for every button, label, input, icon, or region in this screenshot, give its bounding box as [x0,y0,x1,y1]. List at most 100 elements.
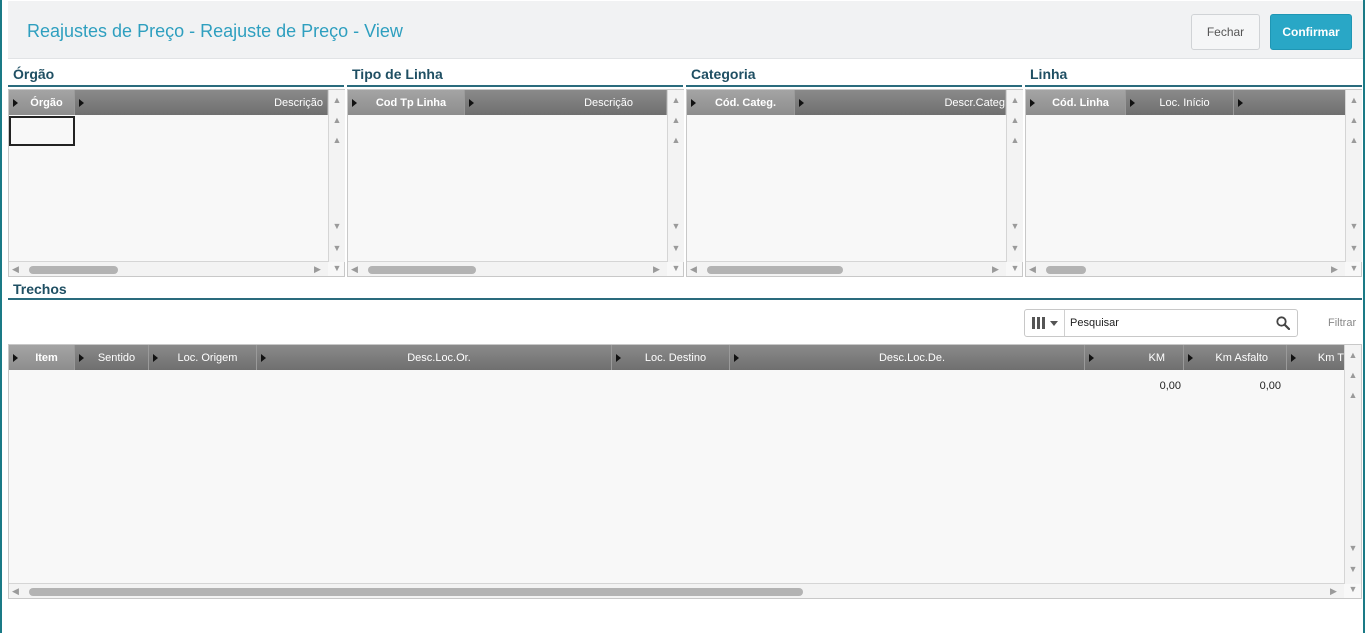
scroll-up-icon[interactable]: ▲ [1346,132,1362,148]
scroll-down-icon[interactable]: ▼ [329,218,345,234]
vertical-scrollbar[interactable]: ▲ ▲ ▲ ▼ ▼ ▼ [667,90,684,273]
search-button[interactable] [1269,310,1297,336]
scroll-bottom-icon[interactable]: ▼ [1345,581,1361,597]
scroll-right-icon[interactable]: ▶ [1330,586,1340,597]
column-header-descricao[interactable]: Descrição [75,90,328,115]
scroll-top-icon[interactable]: ▲ [1007,92,1023,108]
grid-tipo-linha[interactable]: Cod Tp Linha Descrição ▲ ▲ ▲ ▼ ▼ ▼ ◀ ▶ [347,89,684,277]
scroll-page-up-icon[interactable]: ▲ [1346,112,1362,128]
scroll-up-icon[interactable]: ▲ [1007,132,1023,148]
scroll-left-icon[interactable]: ◀ [1029,264,1039,275]
scroll-top-icon[interactable]: ▲ [1345,347,1361,363]
close-button[interactable]: Fechar [1191,14,1260,50]
scroll-thumb[interactable] [1046,266,1086,274]
scroll-top-icon[interactable]: ▲ [329,92,345,108]
search-input[interactable] [1065,310,1269,336]
column-menu-icon[interactable] [616,354,621,362]
scroll-page-down-icon[interactable]: ▼ [329,240,345,256]
scroll-top-icon[interactable]: ▲ [1346,92,1362,108]
column-header-km-t[interactable]: Km T [1287,345,1344,370]
horizontal-scrollbar[interactable]: ◀ ▶ [687,261,1006,276]
scroll-left-icon[interactable]: ◀ [12,264,22,275]
column-menu-icon[interactable] [79,354,84,362]
column-menu-icon[interactable] [1188,354,1193,362]
column-header-orgao[interactable]: Órgão [9,90,75,115]
column-header-descricao[interactable]: Descrição [465,90,667,115]
column-menu-icon[interactable] [153,354,158,362]
column-menu-icon[interactable] [1089,354,1094,362]
horizontal-scrollbar[interactable]: ◀ ▶ [9,583,1344,598]
scroll-bottom-icon[interactable]: ▼ [1346,260,1362,276]
scroll-page-down-icon[interactable]: ▼ [668,240,684,256]
vertical-scrollbar[interactable]: ▲ ▲ ▲ ▼ ▼ ▼ [1006,90,1023,273]
scroll-right-icon[interactable]: ▶ [653,264,663,275]
scroll-page-up-icon[interactable]: ▲ [329,112,345,128]
scroll-left-icon[interactable]: ◀ [690,264,700,275]
scroll-page-up-icon[interactable]: ▲ [1345,367,1361,383]
selected-cell[interactable] [9,116,75,146]
scroll-right-icon[interactable]: ▶ [1331,264,1341,275]
scroll-down-icon[interactable]: ▼ [1007,218,1023,234]
confirm-button[interactable]: Confirmar [1270,14,1352,50]
scroll-page-down-icon[interactable]: ▼ [1346,240,1362,256]
scroll-page-up-icon[interactable]: ▲ [1007,112,1023,128]
scroll-page-up-icon[interactable]: ▲ [668,112,684,128]
column-header-loc-destino[interactable]: Loc. Destino [612,345,730,370]
column-header-km[interactable]: KM [1085,345,1184,370]
scroll-top-icon[interactable]: ▲ [668,92,684,108]
scroll-up-icon[interactable]: ▲ [1345,387,1361,403]
grid-trechos[interactable]: Item Sentido Loc. Origem Desc.Loc.Or. Lo… [8,344,1362,599]
column-header-more[interactable] [1234,90,1345,115]
column-menu-icon[interactable] [261,354,266,362]
scroll-right-icon[interactable]: ▶ [992,264,1002,275]
scroll-down-icon[interactable]: ▼ [1346,218,1362,234]
column-menu-icon[interactable] [352,99,357,107]
horizontal-scrollbar[interactable]: ◀ ▶ [1026,261,1345,276]
scroll-bottom-icon[interactable]: ▼ [329,260,345,276]
scroll-page-down-icon[interactable]: ▼ [1007,240,1023,256]
scroll-page-down-icon[interactable]: ▼ [1345,561,1361,577]
vertical-scrollbar[interactable]: ▲ ▲ ▲ ▼ ▼ ▼ [328,90,345,273]
column-menu-icon[interactable] [1030,99,1035,107]
column-header-item[interactable]: Item [9,345,75,370]
column-header-cod-linha[interactable]: Cód. Linha [1026,90,1126,115]
column-header-km-asfalto[interactable]: Km Asfalto [1184,345,1287,370]
scroll-thumb[interactable] [29,266,118,274]
scroll-down-icon[interactable]: ▼ [1345,540,1361,556]
grid-orgao[interactable]: Órgão Descrição ▲ ▲ ▲ ▼ ▼ ▼ ◀ ▶ [8,89,345,277]
horizontal-scrollbar[interactable]: ◀ ▶ [9,261,328,276]
column-header-descr-categ[interactable]: Descr.Categ [795,90,1006,115]
scroll-up-icon[interactable]: ▲ [329,132,345,148]
column-header-cod-tp-linha[interactable]: Cod Tp Linha [348,90,465,115]
column-menu-icon[interactable] [799,99,804,107]
column-menu-icon[interactable] [13,99,18,107]
column-menu-icon[interactable] [1130,99,1135,107]
column-header-desc-loc-de[interactable]: Desc.Loc.De. [730,345,1085,370]
scroll-up-icon[interactable]: ▲ [668,132,684,148]
scroll-down-icon[interactable]: ▼ [668,218,684,234]
grid-categoria[interactable]: Cód. Categ. Descr.Categ ▲ ▲ ▲ ▼ ▼ ▼ ◀ ▶ [686,89,1023,277]
column-menu-icon[interactable] [13,354,18,362]
column-header-desc-loc-or[interactable]: Desc.Loc.Or. [257,345,612,370]
column-menu-icon[interactable] [79,99,84,107]
scroll-thumb[interactable] [368,266,476,274]
filter-link[interactable]: Filtrar [1328,317,1356,329]
column-header-sentido[interactable]: Sentido [75,345,149,370]
column-menu-icon[interactable] [734,354,739,362]
scroll-left-icon[interactable]: ◀ [351,264,361,275]
scroll-thumb[interactable] [707,266,843,274]
scroll-left-icon[interactable]: ◀ [12,586,22,597]
columns-selector[interactable] [1025,310,1065,336]
column-header-loc-inicio[interactable]: Loc. Início [1126,90,1234,115]
vertical-scrollbar[interactable]: ▲ ▲ ▲ ▼ ▼ ▼ [1344,345,1361,594]
scroll-bottom-icon[interactable]: ▼ [1007,260,1023,276]
scroll-right-icon[interactable]: ▶ [314,264,324,275]
vertical-scrollbar[interactable]: ▲ ▲ ▲ ▼ ▼ ▼ [1345,90,1362,273]
grid-linha[interactable]: Cód. Linha Loc. Início ▲ ▲ ▲ ▼ ▼ ▼ ◀ ▶ [1025,89,1362,277]
scroll-bottom-icon[interactable]: ▼ [668,260,684,276]
column-menu-icon[interactable] [1291,354,1296,362]
horizontal-scrollbar[interactable]: ◀ ▶ [348,261,667,276]
column-menu-icon[interactable] [691,99,696,107]
column-header-cod-categ[interactable]: Cód. Categ. [687,90,795,115]
scroll-thumb[interactable] [29,588,803,596]
